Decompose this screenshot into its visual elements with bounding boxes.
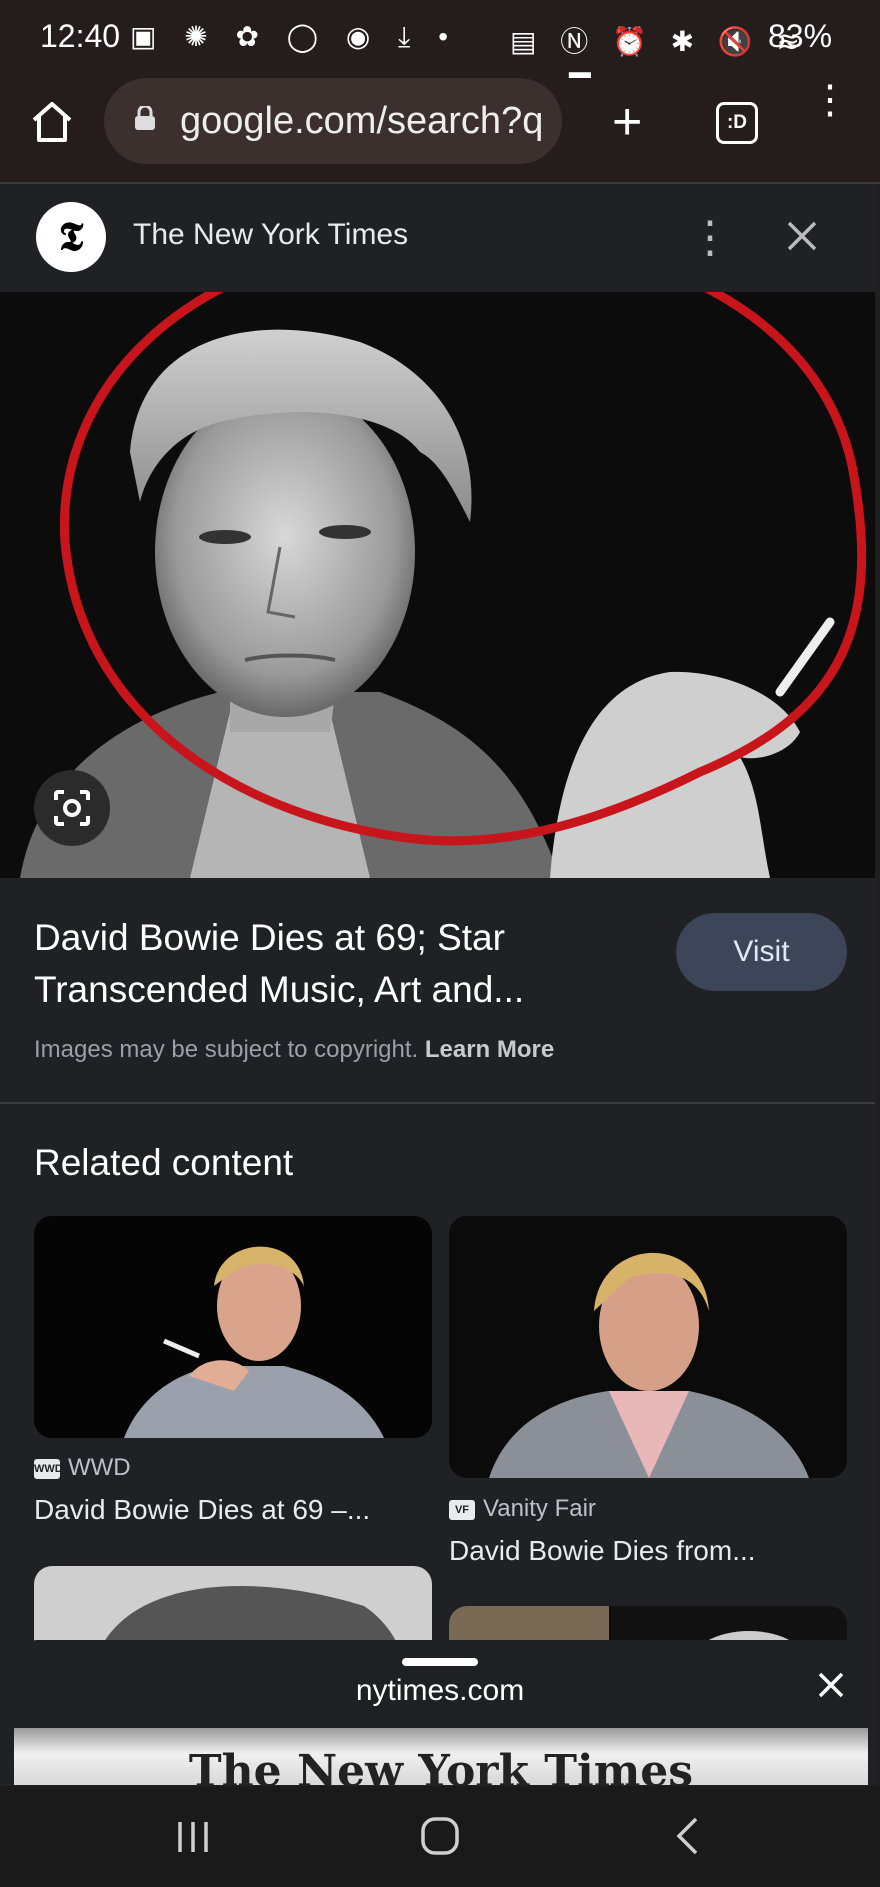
visit-button[interactable]: Visit: [676, 913, 847, 991]
copyright-text: Images may be subject to copyright.: [34, 1036, 419, 1063]
url-text[interactable]: google.com/search?q: [180, 100, 543, 143]
more-options-icon[interactable]: ⋮: [810, 80, 850, 120]
related-source-2-label: Vanity Fair: [483, 1495, 596, 1522]
vanity-fair-icon: VF: [449, 1499, 475, 1520]
nyt-masthead: The New York Times: [188, 1746, 694, 1785]
tab-switcher-button[interactable]: :D: [716, 102, 758, 144]
related-image-1[interactable]: [34, 1216, 432, 1438]
related-photo-2: [449, 1216, 847, 1478]
source-name[interactable]: The New York Times: [133, 218, 408, 252]
related-photo-1: [34, 1216, 432, 1438]
new-tab-icon[interactable]: +: [612, 92, 642, 152]
copyright-notice: Images may be subject to copyright. Lear…: [34, 1036, 554, 1064]
nyt-page-preview[interactable]: The New York Times: [14, 1728, 868, 1785]
related-title-1[interactable]: David Bowie Dies at 69 –...: [34, 1494, 370, 1526]
related-title-2[interactable]: David Bowie Dies from...: [449, 1535, 756, 1567]
image-title[interactable]: David Bowie Dies at 69; Star Transcended…: [34, 912, 594, 1016]
recent-apps-icon[interactable]: [176, 1820, 210, 1854]
viewer-more-icon[interactable]: ⋮: [688, 212, 732, 263]
portrait-photo: [0, 292, 875, 878]
browser-toolbar: google.com/search?q + :D ⋮: [0, 78, 880, 182]
sheet-close-icon[interactable]: [818, 1672, 844, 1698]
navigation-bar: [0, 1786, 880, 1887]
status-notification-icons: ▣ ✺ ✿ ◯ ◉ ⤓ •: [130, 21, 458, 52]
tab-count: :D: [726, 112, 748, 133]
battery-level: 83%: [768, 18, 833, 54]
nyt-logo-icon: 𝕿: [36, 202, 106, 272]
learn-more-link[interactable]: Learn More: [425, 1036, 554, 1063]
back-icon[interactable]: [674, 1816, 700, 1856]
status-time: 12:40: [40, 18, 121, 54]
lens-icon: [54, 790, 90, 826]
close-icon[interactable]: [786, 220, 818, 252]
lock-icon: [135, 106, 155, 130]
related-source-1: WWD WWD: [34, 1454, 131, 1482]
related-heading: Related content: [34, 1142, 294, 1183]
image-viewer-header: [0, 184, 875, 292]
status-bar: 12:40 ▣ ✺ ✿ ◯ ◉ ⤓ • ▤ Ⓝ ⏰ ✱ 🔇 ≋ ▁▃▅ 83%: [0, 0, 880, 92]
related-image-2[interactable]: [449, 1216, 847, 1478]
wwd-icon: WWD: [34, 1458, 63, 1479]
related-source-2: VF Vanity Fair: [449, 1495, 596, 1523]
google-lens-button[interactable]: [34, 770, 110, 846]
home-nav-icon[interactable]: [420, 1816, 460, 1856]
related-source-1-label: WWD: [68, 1454, 131, 1481]
home-icon[interactable]: [30, 100, 74, 144]
sheet-drag-handle[interactable]: [402, 1658, 478, 1666]
main-image[interactable]: [0, 292, 875, 878]
sheet-domain: nytimes.com: [355, 1674, 525, 1707]
